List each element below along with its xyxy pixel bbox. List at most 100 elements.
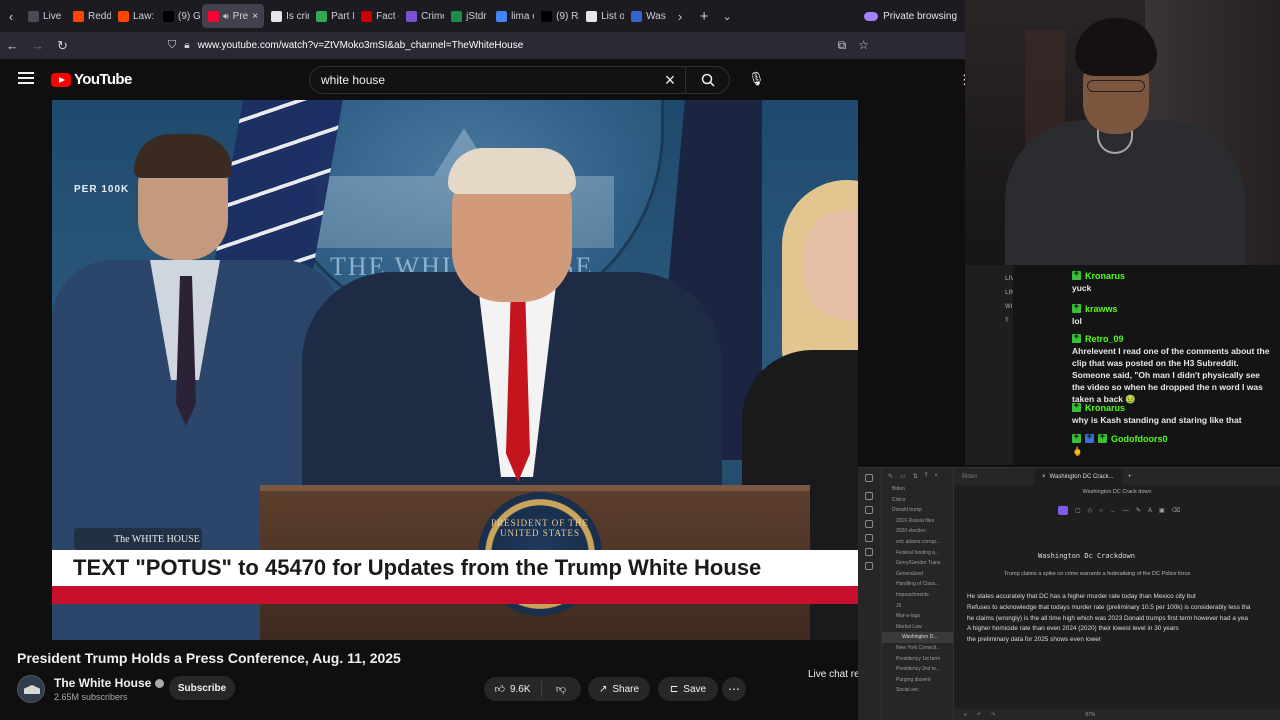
search-button[interactable]	[685, 67, 729, 93]
browser-tab[interactable]: Reddi	[67, 4, 111, 28]
chat-username[interactable]: krawws	[1085, 304, 1118, 314]
file-tree-item[interactable]: Purging dissent	[882, 675, 953, 686]
note-tab-inactive[interactable]: Biden	[954, 474, 1034, 480]
browser-tab-label[interactable]: Law: C	[133, 11, 156, 22]
eraser-tool-icon[interactable]: ⌫	[1172, 507, 1180, 514]
forward-icon[interactable]: →	[25, 38, 50, 53]
new-note-icon[interactable]: ✎	[888, 473, 893, 480]
file-tree-item[interactable]: Mar-a-lago	[882, 611, 953, 622]
tab-close-icon[interactable]: ×	[1042, 474, 1046, 480]
file-tree-item[interactable]: Social sec	[882, 685, 953, 696]
note-tab-active[interactable]: × Washington DC Crack...	[1034, 468, 1122, 485]
zoom-level[interactable]: 87%	[1085, 712, 1095, 718]
browser-tab[interactable]: (9) Ra	[535, 4, 579, 28]
browser-tab[interactable]: jStdr	[445, 4, 489, 28]
text-tool-icon[interactable]: A	[1148, 508, 1152, 514]
redo-icon[interactable]: ↷	[991, 712, 995, 718]
audio-playing-icon[interactable]: 🔊︎	[223, 11, 229, 22]
subscribe-button[interactable]: Subscribe	[169, 676, 235, 700]
youtube-logo[interactable]: YouTube	[51, 71, 132, 88]
browser-tab-label[interactable]: Part I	[331, 11, 354, 22]
browser-tab[interactable]: Live	[22, 4, 66, 28]
browser-tab[interactable]: Fact c	[355, 4, 399, 28]
file-tree-item[interactable]: Generalized	[882, 569, 953, 580]
file-tree-item[interactable]: New York Convicti...	[882, 643, 953, 654]
microphone-icon[interactable]: 🎙︎	[748, 71, 765, 87]
back-icon[interactable]: ←	[0, 38, 25, 53]
collapse-icon[interactable]: ⤒	[925, 473, 928, 480]
canvas-icon[interactable]	[865, 520, 873, 528]
channel-name-text[interactable]: The White House	[54, 676, 151, 690]
browser-tab-label[interactable]: Live	[43, 11, 61, 22]
note-tab-label[interactable]: Washington DC Crack...	[1050, 474, 1114, 480]
menu-icon[interactable]: ≡	[964, 712, 967, 718]
chat-username[interactable]: Kronarus	[1085, 271, 1125, 281]
share-button[interactable]: ↗ Share	[588, 677, 650, 701]
new-tab-icon[interactable]: +	[691, 8, 717, 25]
templates-icon[interactable]	[865, 562, 873, 570]
browser-tab-label[interactable]: Pre	[233, 11, 249, 22]
save-button[interactable]: ⊏ Save	[658, 677, 718, 701]
daily-note-icon[interactable]	[865, 534, 873, 542]
shield-icon[interactable]: ⛉	[168, 39, 176, 52]
browser-tab[interactable]: 🔊︎ Pre ×	[202, 4, 265, 28]
arrow-tool-icon[interactable]: →	[1110, 508, 1116, 514]
avatar[interactable]	[17, 675, 45, 703]
more-actions-button[interactable]: ⋯	[722, 677, 746, 701]
diamond-tool-icon[interactable]: ◇	[1088, 507, 1093, 514]
tab-list-chevron-icon[interactable]: ⌄	[717, 10, 737, 23]
browser-tab-label[interactable]: Reddi	[88, 11, 111, 22]
sidebar-toggle-icon[interactable]	[865, 474, 873, 482]
file-tree-item[interactable]: Presidency 2nd te...	[882, 664, 953, 675]
file-tree-item[interactable]: Gerry/Gender Trans	[882, 558, 953, 569]
tab-close-icon[interactable]: ×	[252, 11, 258, 22]
open-quick-switcher-icon[interactable]	[865, 492, 873, 500]
clear-search-icon[interactable]: ×	[655, 70, 685, 91]
file-tree-item[interactable]: Washington D...	[882, 632, 953, 643]
file-tree-item[interactable]: Federal funding a...	[882, 548, 953, 559]
browser-tab[interactable]: lima c	[490, 4, 534, 28]
channel-name[interactable]: The White House	[54, 676, 165, 690]
video-player[interactable]: THE WHITE HOUSE PER 100K PRESIDENT OF TH…	[52, 100, 858, 640]
browser-tab[interactable]: Law: C	[112, 4, 156, 28]
file-tree-item[interactable]: eric adams corrup...	[882, 537, 953, 548]
picture-in-picture-icon[interactable]: ⧉	[838, 38, 847, 53]
line-tool-icon[interactable]: —	[1123, 508, 1129, 514]
browser-tab[interactable]: (9) Gr	[157, 4, 201, 28]
chat-username[interactable]: Kronarus	[1085, 403, 1125, 413]
like-button[interactable]: 👍︎ 9.6K	[484, 681, 542, 697]
dislike-button[interactable]: 👎︎	[542, 683, 580, 695]
note-body[interactable]: He states accurately that DC has a highe…	[967, 592, 1280, 646]
file-tree-item[interactable]: Martial Law	[882, 622, 953, 633]
browser-tab[interactable]: Is crir	[265, 4, 309, 28]
command-palette-icon[interactable]	[865, 548, 873, 556]
file-tree-item[interactable]: Biden	[882, 484, 953, 495]
browser-tab[interactable]: List of	[580, 4, 624, 28]
file-tree-item[interactable]: 2020 election	[882, 526, 953, 537]
file-tree-item[interactable]: J6	[882, 601, 953, 612]
browser-tab-label[interactable]: Is crir	[286, 11, 309, 22]
tabs-scroll-right-icon[interactable]: ›	[669, 9, 691, 24]
sort-icon[interactable]: ⇅	[913, 473, 918, 480]
lock-icon[interactable]: 🔒︎	[184, 40, 189, 51]
tabs-scroll-left-icon[interactable]: ‹	[0, 9, 22, 24]
image-tool-icon[interactable]: ▣	[1159, 507, 1165, 514]
rectangle-tool-icon[interactable]: ▢	[1075, 507, 1081, 514]
pencil-tool-icon[interactable]: ✎	[1136, 507, 1141, 514]
browser-tab-label[interactable]: Was	[646, 11, 666, 22]
url-bar[interactable]: ⛉ 🔒︎ www.youtube.com/watch?v=ZtVMoko3mSI…	[160, 35, 875, 56]
file-tree-item[interactable]: Donald trump	[882, 505, 953, 516]
file-tree-item[interactable]: Civics	[882, 495, 953, 506]
close-icon[interactable]: ×	[934, 473, 938, 479]
bookmark-star-icon[interactable]: ☆	[858, 38, 869, 53]
browser-tab[interactable]: Part I	[310, 4, 354, 28]
file-tree-item[interactable]: Presidency 1st term	[882, 654, 953, 665]
file-tree-item[interactable]: Handling of Class...	[882, 579, 953, 590]
select-tool-icon[interactable]	[1058, 506, 1068, 515]
undo-icon[interactable]: ↶	[977, 712, 981, 718]
browser-tab-label[interactable]: (9) Ra	[556, 11, 579, 22]
browser-tab-label[interactable]: jStdr	[466, 11, 487, 22]
browser-tab-label[interactable]: (9) Gr	[178, 11, 201, 22]
reload-icon[interactable]: ↻	[50, 38, 75, 54]
browser-tab[interactable]: Was	[625, 4, 669, 28]
